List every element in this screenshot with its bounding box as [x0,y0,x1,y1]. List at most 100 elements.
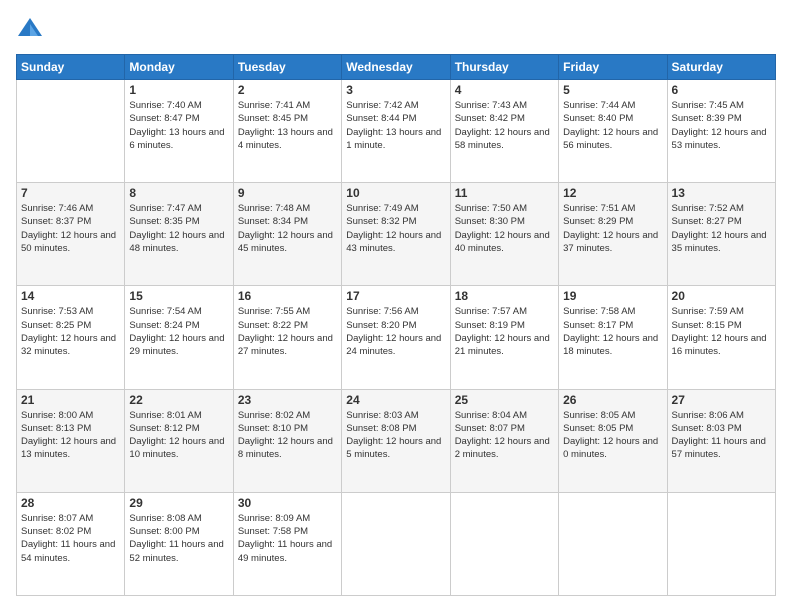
weekday-header-row: SundayMondayTuesdayWednesdayThursdayFrid… [17,55,776,80]
calendar-cell: 2 Sunrise: 7:41 AMSunset: 8:45 PMDaylight… [233,80,341,183]
day-number: 9 [238,186,337,200]
day-info: Sunrise: 8:00 AMSunset: 8:13 PMDaylight:… [21,409,120,462]
day-info: Sunrise: 7:53 AMSunset: 8:25 PMDaylight:… [21,305,120,358]
day-number: 24 [346,393,445,407]
day-number: 2 [238,83,337,97]
day-info: Sunrise: 7:58 AMSunset: 8:17 PMDaylight:… [563,305,662,358]
day-info: Sunrise: 8:05 AMSunset: 8:05 PMDaylight:… [563,409,662,462]
day-number: 15 [129,289,228,303]
day-number: 22 [129,393,228,407]
calendar-cell: 6Sunrise: 7:45 AMSunset: 8:39 PMDaylight… [667,80,775,183]
day-number: 10 [346,186,445,200]
logo [16,16,48,44]
calendar-cell [450,492,558,595]
calendar-cell: 29 Sunrise: 8:08 AMSunset: 8:00 PMDayligh… [125,492,233,595]
calendar-cell: 4Sunrise: 7:43 AMSunset: 8:42 PMDaylight… [450,80,558,183]
day-info: Sunrise: 7:56 AMSunset: 8:20 PMDaylight:… [346,305,445,358]
calendar-week-2: 7Sunrise: 7:46 AMSunset: 8:37 PMDaylight… [17,183,776,286]
calendar-week-4: 21 Sunrise: 8:00 AMSunset: 8:13 PMDayligh… [17,389,776,492]
day-number: 12 [563,186,662,200]
calendar-cell: 5 Sunrise: 7:44 AMSunset: 8:40 PMDaylight… [559,80,667,183]
day-number: 25 [455,393,554,407]
calendar-cell: 27 Sunrise: 8:06 AMSunset: 8:03 PMDayligh… [667,389,775,492]
day-info: Sunrise: 7:49 AMSunset: 8:32 PMDaylight:… [346,202,445,255]
weekday-header-thursday: Thursday [450,55,558,80]
day-info: Sunrise: 7:54 AMSunset: 8:24 PMDaylight:… [129,305,228,358]
day-info: Sunrise: 7:51 AMSunset: 8:29 PMDaylight:… [563,202,662,255]
calendar-cell: 25 Sunrise: 8:04 AMSunset: 8:07 PMDayligh… [450,389,558,492]
calendar-cell: 12 Sunrise: 7:51 AMSunset: 8:29 PMDayligh… [559,183,667,286]
day-number: 21 [21,393,120,407]
day-info: Sunrise: 7:47 AMSunset: 8:35 PMDaylight:… [129,202,228,255]
day-info: Sunrise: 8:04 AMSunset: 8:07 PMDaylight:… [455,409,554,462]
day-number: 20 [672,289,771,303]
day-number: 23 [238,393,337,407]
calendar-cell: 9 Sunrise: 7:48 AMSunset: 8:34 PMDaylight… [233,183,341,286]
weekday-header-wednesday: Wednesday [342,55,450,80]
calendar-cell: 13 Sunrise: 7:52 AMSunset: 8:27 PMDayligh… [667,183,775,286]
calendar-cell: 28Sunrise: 8:07 AMSunset: 8:02 PMDayligh… [17,492,125,595]
day-info: Sunrise: 8:07 AMSunset: 8:02 PMDaylight:… [21,512,120,565]
calendar-cell: 30 Sunrise: 8:09 AMSunset: 7:58 PMDayligh… [233,492,341,595]
day-number: 1 [129,83,228,97]
day-number: 3 [346,83,445,97]
day-info: Sunrise: 7:45 AMSunset: 8:39 PMDaylight:… [672,99,771,152]
day-number: 18 [455,289,554,303]
calendar-cell: 20 Sunrise: 7:59 AMSunset: 8:15 PMDayligh… [667,286,775,389]
day-info: Sunrise: 8:06 AMSunset: 8:03 PMDaylight:… [672,409,771,462]
day-info: Sunrise: 8:08 AMSunset: 8:00 PMDaylight:… [129,512,228,565]
page: SundayMondayTuesdayWednesdayThursdayFrid… [0,0,792,612]
day-info: Sunrise: 7:41 AMSunset: 8:45 PMDaylight:… [238,99,337,152]
calendar-cell: 21 Sunrise: 8:00 AMSunset: 8:13 PMDayligh… [17,389,125,492]
calendar-cell: 23Sunrise: 8:02 AMSunset: 8:10 PMDayligh… [233,389,341,492]
day-number: 13 [672,186,771,200]
day-number: 27 [672,393,771,407]
day-info: Sunrise: 7:44 AMSunset: 8:40 PMDaylight:… [563,99,662,152]
day-info: Sunrise: 7:52 AMSunset: 8:27 PMDaylight:… [672,202,771,255]
calendar-cell: 15 Sunrise: 7:54 AMSunset: 8:24 PMDayligh… [125,286,233,389]
day-number: 29 [129,496,228,510]
day-info: Sunrise: 8:01 AMSunset: 8:12 PMDaylight:… [129,409,228,462]
calendar-cell: 16Sunrise: 7:55 AMSunset: 8:22 PMDayligh… [233,286,341,389]
calendar-week-1: 1 Sunrise: 7:40 AMSunset: 8:47 PMDaylight… [17,80,776,183]
calendar-cell: 18 Sunrise: 7:57 AMSunset: 8:19 PMDayligh… [450,286,558,389]
day-info: Sunrise: 7:40 AMSunset: 8:47 PMDaylight:… [129,99,228,152]
day-info: Sunrise: 7:59 AMSunset: 8:15 PMDaylight:… [672,305,771,358]
calendar-cell: 3 Sunrise: 7:42 AMSunset: 8:44 PMDaylight… [342,80,450,183]
weekday-header-saturday: Saturday [667,55,775,80]
calendar-cell [17,80,125,183]
day-number: 7 [21,186,120,200]
weekday-header-sunday: Sunday [17,55,125,80]
calendar-week-3: 14 Sunrise: 7:53 AMSunset: 8:25 PMDayligh… [17,286,776,389]
calendar-cell [342,492,450,595]
day-info: Sunrise: 8:09 AMSunset: 7:58 PMDaylight:… [238,512,337,565]
day-number: 14 [21,289,120,303]
day-info: Sunrise: 7:48 AMSunset: 8:34 PMDaylight:… [238,202,337,255]
day-number: 5 [563,83,662,97]
day-info: Sunrise: 7:42 AMSunset: 8:44 PMDaylight:… [346,99,445,152]
calendar-cell: 22 Sunrise: 8:01 AMSunset: 8:12 PMDayligh… [125,389,233,492]
day-number: 26 [563,393,662,407]
day-number: 8 [129,186,228,200]
day-number: 30 [238,496,337,510]
day-info: Sunrise: 8:03 AMSunset: 8:08 PMDaylight:… [346,409,445,462]
day-info: Sunrise: 7:57 AMSunset: 8:19 PMDaylight:… [455,305,554,358]
calendar-cell [559,492,667,595]
weekday-header-tuesday: Tuesday [233,55,341,80]
calendar-cell: 17Sunrise: 7:56 AMSunset: 8:20 PMDayligh… [342,286,450,389]
calendar-cell: 19 Sunrise: 7:58 AMSunset: 8:17 PMDayligh… [559,286,667,389]
calendar-week-5: 28Sunrise: 8:07 AMSunset: 8:02 PMDayligh… [17,492,776,595]
calendar-cell [667,492,775,595]
day-info: Sunrise: 7:43 AMSunset: 8:42 PMDaylight:… [455,99,554,152]
day-number: 11 [455,186,554,200]
day-info: Sunrise: 7:55 AMSunset: 8:22 PMDaylight:… [238,305,337,358]
day-number: 19 [563,289,662,303]
calendar-cell: 7Sunrise: 7:46 AMSunset: 8:37 PMDaylight… [17,183,125,286]
calendar-cell: 10 Sunrise: 7:49 AMSunset: 8:32 PMDayligh… [342,183,450,286]
logo-icon [16,16,44,44]
calendar-cell: 14 Sunrise: 7:53 AMSunset: 8:25 PMDayligh… [17,286,125,389]
calendar-cell: 8 Sunrise: 7:47 AMSunset: 8:35 PMDaylight… [125,183,233,286]
calendar-cell: 24 Sunrise: 8:03 AMSunset: 8:08 PMDayligh… [342,389,450,492]
calendar-cell: 1 Sunrise: 7:40 AMSunset: 8:47 PMDaylight… [125,80,233,183]
weekday-header-monday: Monday [125,55,233,80]
